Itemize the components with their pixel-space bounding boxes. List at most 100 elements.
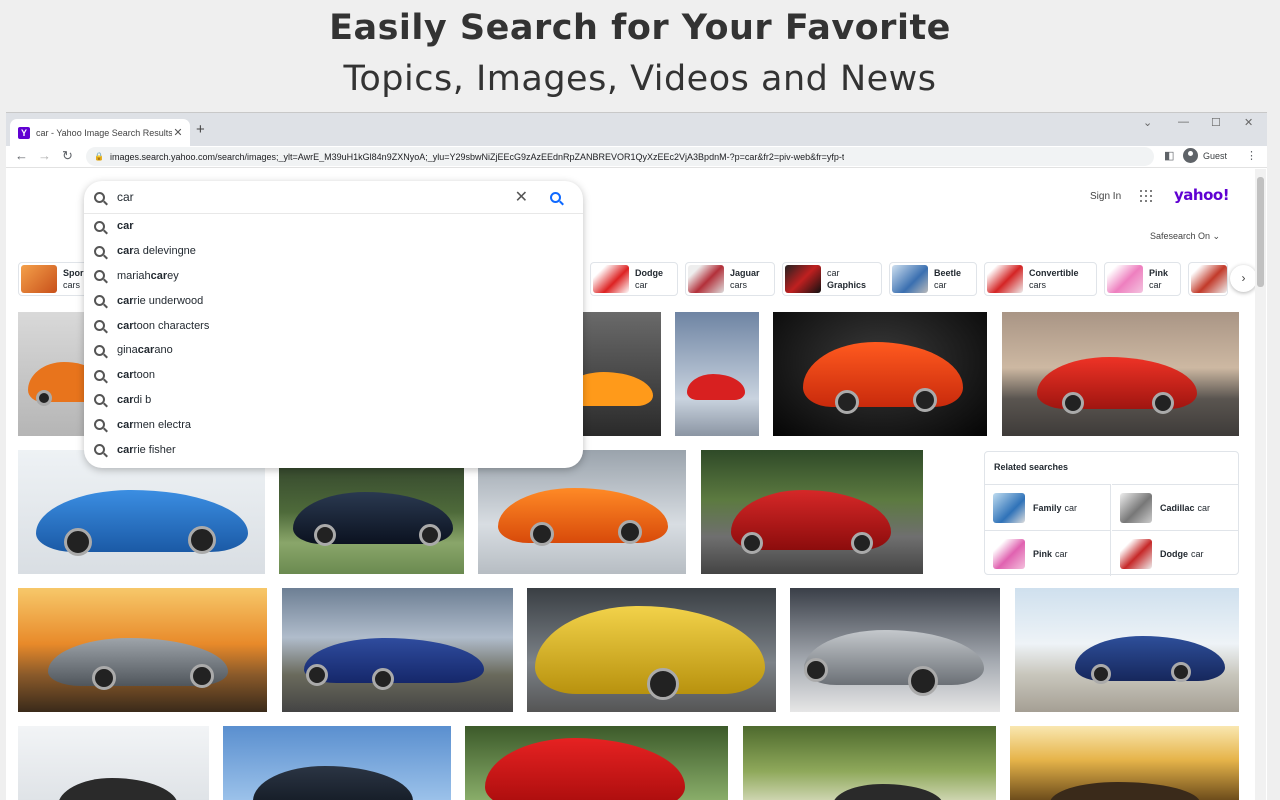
image-result[interactable] [18, 450, 265, 574]
image-result[interactable] [18, 588, 267, 712]
suggestion-item[interactable]: car rie fisher [84, 437, 583, 462]
search-icon [94, 444, 105, 456]
image-result[interactable] [282, 588, 513, 712]
new-tab-icon[interactable]: + [196, 121, 205, 138]
image-result[interactable] [1010, 726, 1239, 800]
forward-arrow-icon[interactable]: → [38, 148, 51, 163]
pill-car-graphics[interactable]: car Graphics [782, 262, 882, 296]
apps-grid-icon[interactable] [1140, 190, 1152, 202]
tab-search-icon[interactable]: ⌄ [1143, 116, 1152, 129]
suggestion-item[interactable]: car a delevingne [84, 239, 583, 264]
search-box: car ✕ car car a delevingne mariah car ey c… [84, 181, 583, 468]
related-thumbnail [1120, 538, 1152, 569]
image-result[interactable] [527, 588, 776, 712]
safesearch-dropdown[interactable]: Safesearch On ⌄ [1150, 231, 1220, 242]
image-result[interactable] [1015, 588, 1239, 712]
image-result[interactable] [583, 312, 661, 436]
profile-label: Guest [1203, 150, 1228, 161]
lock-icon: 🔒 [94, 152, 104, 161]
search-input-row: car ✕ [84, 181, 583, 214]
suggestion-item[interactable]: car rie underwood [84, 288, 583, 313]
image-result[interactable] [790, 588, 1000, 712]
menu-kebab-icon[interactable]: ⋮ [1246, 149, 1257, 162]
image-result[interactable] [18, 726, 209, 800]
search-icon [94, 369, 105, 381]
profile-button[interactable]: Guest [1183, 148, 1227, 163]
browser-tab[interactable]: Y car - Yahoo Image Search Results ✕ [10, 119, 190, 146]
related-thumbnail [993, 492, 1025, 523]
suggestion-item[interactable]: car [84, 214, 583, 239]
reload-icon[interactable]: ↻ [62, 148, 73, 164]
related-thumbnail [993, 538, 1025, 569]
related-item-pink-car[interactable]: Pink car [985, 530, 1111, 576]
clear-search-icon[interactable]: ✕ [515, 187, 528, 207]
related-item-family-car[interactable]: Family car [985, 484, 1111, 530]
pill-partial[interactable] [1188, 262, 1228, 296]
address-bar[interactable]: 🔒 images.search.yahoo.com/search/images;… [86, 147, 1154, 166]
pill-thumbnail [987, 265, 1023, 293]
related-item-dodge-car[interactable]: Dodge car [1112, 530, 1238, 576]
image-result[interactable] [223, 726, 451, 800]
yahoo-logo[interactable]: yahoo! [1174, 186, 1230, 204]
pill-pink-car[interactable]: Pink car [1104, 262, 1181, 296]
search-icon [94, 320, 105, 332]
search-input[interactable]: car [117, 190, 515, 204]
suggestion-item[interactable]: car toon [84, 363, 583, 388]
image-result[interactable] [1002, 312, 1239, 436]
related-searches-panel: Related searches Family car Cadillac car P… [984, 451, 1239, 576]
suggestion-item[interactable]: car toon characters [84, 313, 583, 338]
tab-title: car - Yahoo Image Search Results [36, 127, 172, 138]
suggestion-item[interactable]: gina car ano [84, 338, 583, 363]
search-submit-icon[interactable] [550, 191, 561, 203]
pill-thumbnail [1191, 265, 1227, 293]
side-panel-icon[interactable]: ◧ [1164, 149, 1174, 162]
search-icon [94, 245, 105, 257]
related-searches-title: Related searches [994, 462, 1069, 472]
search-icon [94, 191, 105, 203]
window-close-icon[interactable]: ✕ [1244, 116, 1253, 129]
browser-toolbar: ← → ↻ 🔒 images.search.yahoo.com/search/i… [6, 146, 1267, 168]
pill-convertible-cars[interactable]: Convertible cars [984, 262, 1097, 296]
pill-thumbnail [1107, 265, 1143, 293]
pill-dodge-car[interactable]: Dodge car [590, 262, 678, 296]
image-result[interactable] [773, 312, 987, 436]
suggestion-item[interactable]: car di b [84, 388, 583, 413]
image-result[interactable] [743, 726, 996, 800]
promo-header: Easily Search for Your Favorite Topics, … [0, 0, 1280, 112]
yahoo-favicon-icon: Y [18, 126, 30, 139]
image-result[interactable] [18, 312, 88, 436]
image-result[interactable] [701, 450, 923, 574]
image-result[interactable] [279, 450, 464, 574]
promo-title: Easily Search for Your Favorite [329, 8, 951, 48]
url-text: images.search.yahoo.com/search/images;_y… [109, 151, 845, 162]
pill-thumbnail [21, 265, 57, 293]
pill-beetle-car[interactable]: Beetle car [889, 262, 977, 296]
pill-thumbnail [892, 265, 928, 293]
suggestion-item[interactable]: car men electra [84, 412, 583, 437]
scrollbar-thumb[interactable] [1257, 177, 1264, 287]
maximize-icon[interactable]: ☐ [1211, 116, 1221, 129]
related-thumbnail [1120, 492, 1152, 523]
chevron-right-icon[interactable]: › [1230, 265, 1257, 292]
promo-subtitle: Topics, Images, Videos and News [343, 59, 937, 99]
search-icon [94, 295, 105, 307]
suggestion-item[interactable]: mariah car ey [84, 264, 583, 289]
suggestion-list: car car a delevingne mariah car ey car rie … [84, 214, 583, 462]
search-icon [94, 394, 105, 406]
tab-strip: Y car - Yahoo Image Search Results ✕ + ⌄… [6, 113, 1267, 146]
back-arrow-icon[interactable]: ← [15, 148, 28, 163]
sign-in-link[interactable]: Sign In [1090, 191, 1121, 202]
close-tab-icon[interactable]: ✕ [172, 126, 184, 139]
avatar-icon [1183, 148, 1198, 163]
image-result[interactable] [478, 450, 686, 574]
image-result[interactable] [675, 312, 759, 436]
minimize-icon[interactable]: — [1178, 116, 1189, 128]
image-result[interactable] [465, 726, 728, 800]
pill-thumbnail [593, 265, 629, 293]
pill-sport-cars[interactable]: Spor cars [18, 262, 88, 296]
pill-jaguar-cars[interactable]: Jaguar cars [685, 262, 775, 296]
related-item-cadillac-car[interactable]: Cadillac car [1112, 484, 1238, 530]
pill-thumbnail [785, 265, 821, 293]
search-icon [94, 270, 105, 282]
page-scrollbar[interactable] [1255, 169, 1266, 800]
